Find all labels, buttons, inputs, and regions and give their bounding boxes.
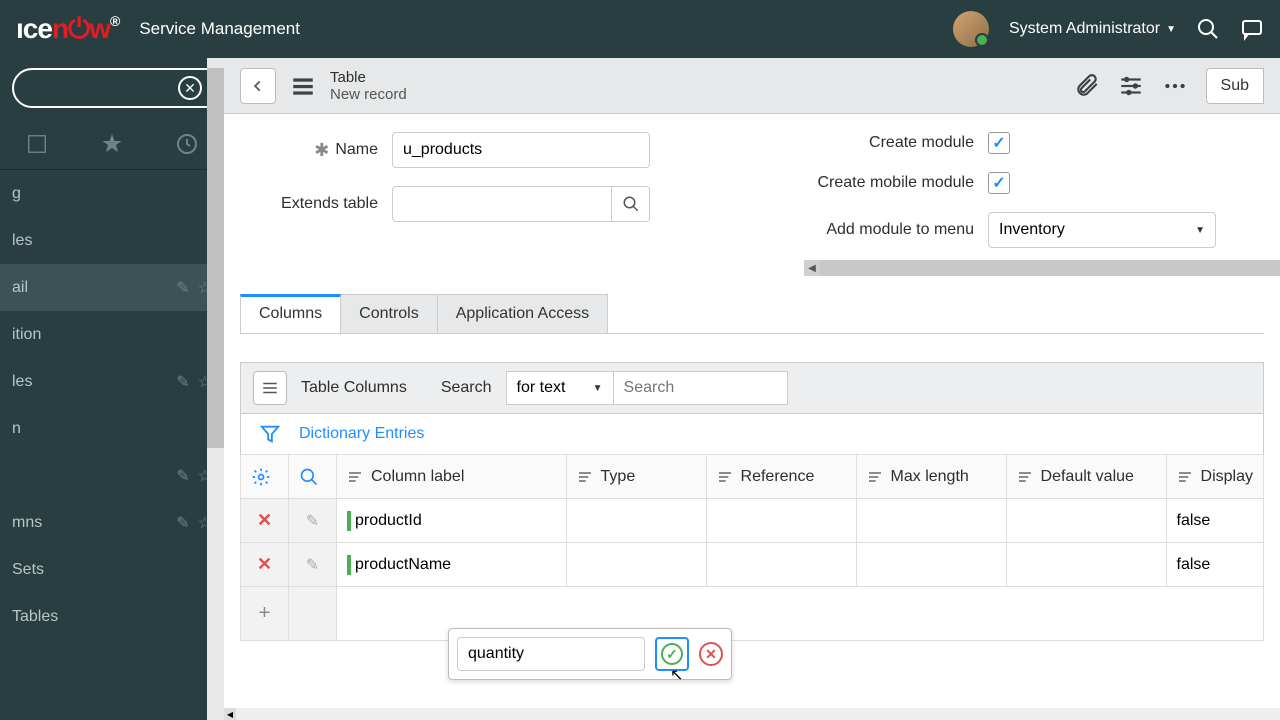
form: ✱Name Extends table Create module ✓ Crea… [224,114,1280,260]
filter-icon[interactable] [259,423,281,445]
hscroll[interactable]: ◀ [224,260,1280,276]
record-type: Table [330,69,407,86]
logo: ıcen⏻w® [16,13,119,46]
chat-icon[interactable] [1240,17,1264,41]
pencil-icon[interactable]: ✎ [176,513,189,533]
lookup-button[interactable] [612,186,650,222]
tab-columns[interactable]: Columns [240,294,341,333]
table-row[interactable]: ✕ ✎ productName false [241,543,1264,587]
sort-icon[interactable] [867,469,883,485]
submit-button[interactable]: Sub [1206,68,1264,104]
pencil-icon[interactable]: ✎ [176,466,189,486]
user-menu[interactable]: System Administrator ▼ [1009,20,1176,38]
table-title: Table Columns [301,379,407,397]
name-input[interactable] [392,132,650,168]
nav-tabs [0,118,224,170]
nav-tab-favorites[interactable] [75,118,150,169]
clear-icon[interactable]: ✕ [178,76,202,100]
search-icon[interactable] [1196,17,1220,41]
filter-breadcrumb[interactable]: Dictionary Entries [299,425,424,443]
nav-items: g les ail✎☆ ition les✎☆ n ✎☆ mns✎☆ Sets … [0,170,224,720]
nav-item[interactable]: n [0,405,224,452]
table-row-new[interactable]: + [241,587,1264,641]
nav-item[interactable]: Sets [0,546,224,593]
table-toolbar: Table Columns Search for text▼ [240,362,1264,414]
tab-app-access[interactable]: Application Access [437,294,608,333]
required-icon: ✱ [314,140,329,161]
inline-editor: ✓ ✕ [448,628,732,680]
inline-edit-input[interactable] [457,637,645,671]
sort-icon[interactable] [1177,469,1193,485]
table-menu-button[interactable] [253,371,287,405]
nav-item[interactable]: ✎☆ [0,452,224,499]
gear-icon[interactable] [251,467,271,487]
nav-item[interactable]: ition [0,311,224,358]
more-icon[interactable] [1162,73,1188,99]
nav-item[interactable]: mns✎☆ [0,499,224,546]
sort-icon[interactable] [347,469,363,485]
chevron-down-icon: ▼ [1166,24,1176,35]
delete-row-button[interactable]: ✕ [251,554,278,575]
pencil-icon[interactable]: ✎ [176,372,189,392]
pencil-icon[interactable]: ✎ [176,278,189,298]
create-module-checkbox[interactable]: ✓ [988,132,1010,154]
confirm-button[interactable]: ✓ [655,637,689,671]
attachment-icon[interactable] [1074,73,1100,99]
nav-item[interactable]: les [0,217,224,264]
record-subtitle: New record [330,86,407,103]
nav-item[interactable]: Tables [0,593,224,640]
extends-input[interactable] [392,186,612,222]
menu-icon[interactable] [290,73,316,99]
main-content: Table New record Sub ✱Name Extends table [224,58,1280,720]
sort-icon[interactable] [717,469,733,485]
avatar[interactable] [953,11,989,47]
header-app-title: Service Management [139,19,300,39]
table-row[interactable]: ✕ ✎ productId false [241,499,1264,543]
nav-item[interactable]: les✎☆ [0,358,224,405]
nav-item[interactable]: g [0,170,224,217]
create-mobile-checkbox[interactable]: ✓ [988,172,1010,194]
table-search-input[interactable] [614,371,788,405]
hscrollbar[interactable]: ◀ [224,708,1280,720]
add-menu-select[interactable]: Inventory▼ [988,212,1216,248]
tabs: Columns Controls Application Access [240,294,1264,334]
record-header: Table New record Sub [224,58,1280,114]
search-icon[interactable] [299,467,319,487]
search-mode-select[interactable]: for text▼ [506,371,614,405]
columns-table: Column label Type Reference Max length D… [240,454,1264,641]
edit-row-button[interactable]: ✎ [299,555,326,575]
edit-row-button[interactable]: ✎ [299,511,326,531]
sort-icon[interactable] [1017,469,1033,485]
filter-row: Dictionary Entries [240,414,1264,454]
sort-icon[interactable] [577,469,593,485]
scrollbar[interactable] [207,58,224,720]
app-header: ıcen⏻w® Service Management System Admini… [0,0,1280,58]
settings-icon[interactable] [1118,73,1144,99]
cancel-button[interactable]: ✕ [699,642,723,666]
delete-row-button[interactable]: ✕ [251,510,278,531]
add-row-button[interactable]: + [251,602,278,625]
left-nav: ✕ g les ail✎☆ ition les✎☆ n ✎☆ mns✎☆ Set… [0,58,224,720]
chevron-down-icon: ▼ [1195,225,1205,236]
tab-controls[interactable]: Controls [340,294,438,333]
back-button[interactable] [240,68,276,104]
nav-tab-apps[interactable] [0,118,75,169]
nav-search: ✕ [0,58,224,118]
nav-item[interactable]: ail✎☆ [0,264,224,311]
